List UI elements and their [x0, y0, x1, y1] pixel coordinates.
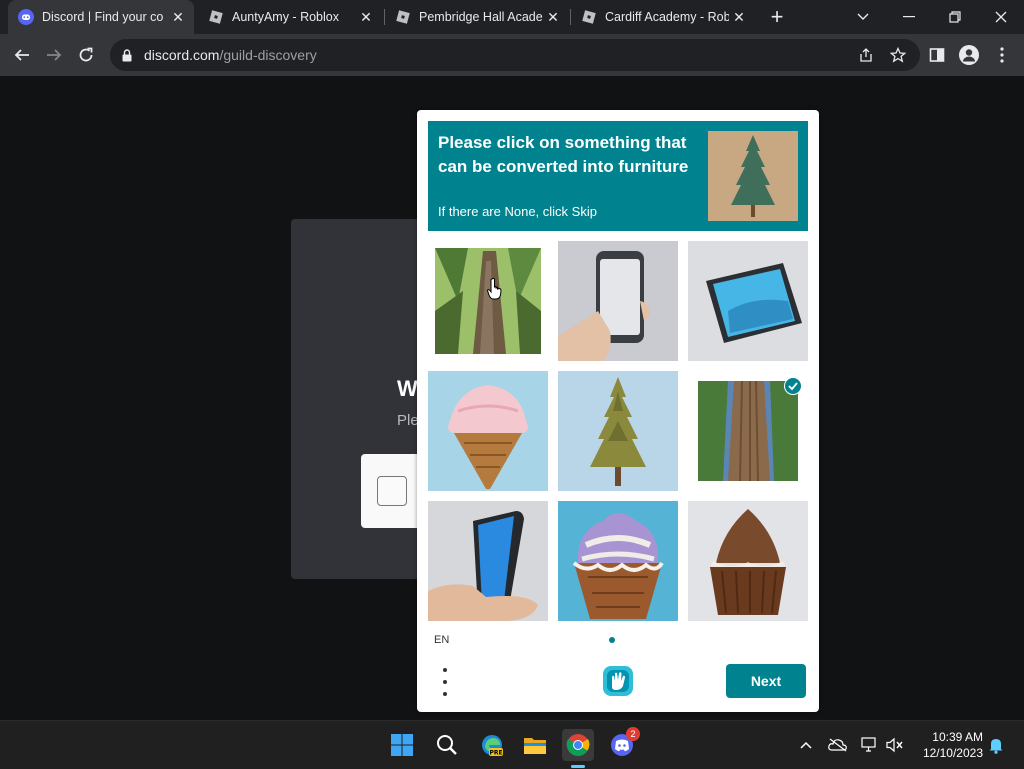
side-panel-icon[interactable] [926, 44, 948, 66]
close-window-button[interactable] [978, 0, 1024, 34]
tab-close-button[interactable]: ✕ [168, 7, 188, 27]
file-explorer-icon[interactable] [519, 729, 551, 761]
chrome-icon[interactable] [562, 729, 594, 761]
volume-muted-icon[interactable] [885, 735, 905, 755]
onedrive-offline-icon[interactable] [828, 735, 848, 755]
captcha-tile-9[interactable] [688, 501, 808, 621]
captcha-tile-5[interactable] [558, 371, 678, 491]
forward-arrow-icon[interactable] [40, 41, 68, 69]
tab-pembridge[interactable]: Pembridge Hall Acade ✕ [385, 0, 569, 34]
example-image [708, 131, 798, 221]
windows-taskbar: PRE 2 10:39 AM 12/10/2023 [0, 720, 1024, 769]
edge-preview-icon[interactable]: PRE [476, 729, 508, 761]
mouse-cursor-hand-icon [486, 278, 503, 305]
captcha-question: Please click on something that can be co… [438, 133, 689, 176]
captcha-tile-7[interactable] [428, 501, 548, 621]
captcha-instruction: If there are None, click Skip [438, 204, 597, 219]
network-icon[interactable] [860, 735, 880, 755]
browser-tab-bar: Discord | Find your co ✕ AuntyAmy - Robl… [0, 0, 1024, 34]
tab-discord[interactable]: Discord | Find your co ✕ [8, 0, 194, 34]
tab-title: Discord | Find your co [42, 10, 164, 24]
captcha-tile-2[interactable] [558, 241, 678, 361]
clock-date: 12/10/2023 [922, 746, 983, 760]
tab-search-chevron-icon[interactable] [840, 0, 886, 34]
new-tab-button[interactable]: + [764, 4, 790, 30]
tab-cardiff[interactable]: Cardiff Academy - Rob ✕ [571, 0, 755, 34]
tab-title: Pembridge Hall Acade [419, 10, 543, 24]
hcaptcha-checkbox[interactable] [377, 476, 407, 506]
roblox-icon [395, 9, 411, 25]
url-path: /guild-discovery [219, 47, 317, 63]
system-clock[interactable]: 10:39 AM 12/10/2023 [913, 729, 983, 761]
search-icon[interactable] [431, 729, 463, 761]
profile-avatar-icon[interactable] [958, 44, 980, 66]
captcha-tile-8[interactable] [558, 501, 678, 621]
captcha-tile-6-selected[interactable] [688, 371, 808, 491]
tab-title: Cardiff Academy - Rob [605, 10, 729, 24]
discord-icon [18, 9, 34, 25]
restore-button[interactable] [932, 0, 978, 34]
discord-app-icon[interactable]: 2 [606, 727, 640, 761]
show-hidden-icons-chevron-icon[interactable] [796, 735, 816, 755]
page-indicator-dot [609, 637, 615, 643]
url-text: discord.com/guild-discovery [144, 47, 317, 63]
tab-close-button[interactable]: ✕ [729, 7, 749, 27]
minimize-button[interactable] [886, 0, 932, 34]
tab-title: AuntyAmy - Roblox [232, 10, 339, 24]
captcha-menu-icon[interactable] [439, 668, 451, 696]
roblox-icon [208, 9, 224, 25]
notification-bell-icon[interactable] [986, 735, 1006, 755]
url-domain: discord.com [144, 47, 220, 63]
tab-auntyamy[interactable]: AuntyAmy - Roblox ✕ [198, 0, 382, 34]
more-menu-icon[interactable] [991, 44, 1013, 66]
card-heading: W [397, 376, 418, 401]
back-arrow-icon[interactable] [8, 41, 36, 69]
share-icon[interactable] [855, 44, 877, 66]
captcha-tile-3[interactable] [688, 241, 808, 361]
card-subtext: Ple [397, 412, 419, 429]
language-selector[interactable]: EN [434, 634, 449, 646]
captcha-tile-4[interactable] [428, 371, 548, 491]
selected-check-icon [784, 377, 802, 395]
roblox-icon [581, 9, 597, 25]
bookmark-star-icon[interactable] [887, 44, 909, 66]
clock-time: 10:39 AM [932, 730, 983, 744]
tab-close-button[interactable]: ✕ [543, 7, 563, 27]
next-button[interactable]: Next [726, 664, 806, 698]
lock-icon[interactable] [122, 48, 136, 62]
reload-icon[interactable] [72, 41, 100, 69]
captcha-challenge: Please click on something that can be co… [417, 110, 819, 712]
tab-close-button[interactable]: ✕ [356, 7, 376, 27]
svg-text:PRE: PRE [489, 750, 502, 757]
address-bar[interactable]: discord.com/guild-discovery [110, 39, 920, 71]
captcha-prompt: Please click on something that can be co… [428, 121, 808, 231]
notification-badge: 2 [626, 727, 640, 741]
hcaptcha-logo-icon [601, 664, 635, 698]
windows-start-icon[interactable] [386, 729, 418, 761]
